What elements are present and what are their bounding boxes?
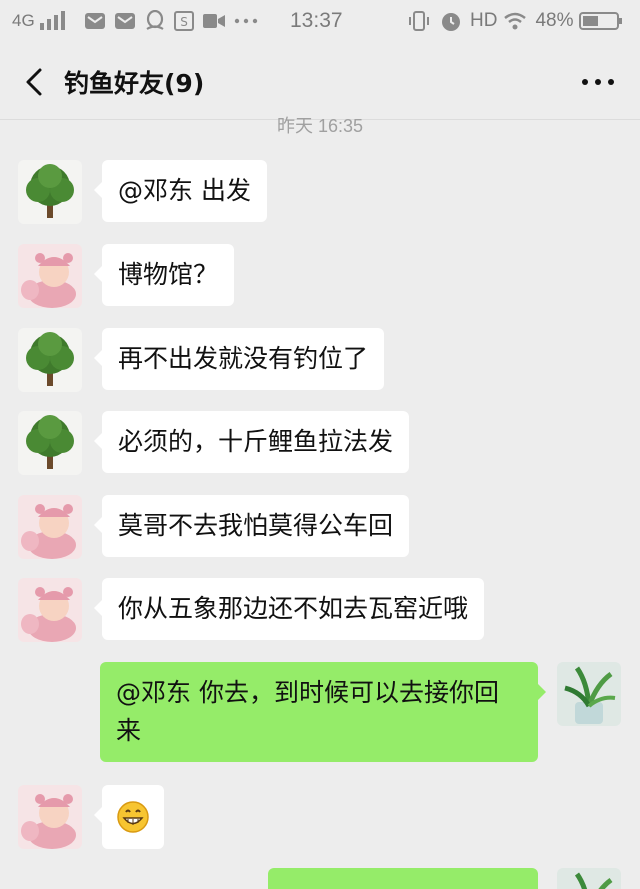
baby-avatar[interactable]	[18, 785, 82, 849]
status-bar: 4G S 13:37 HD 48%	[0, 0, 640, 44]
baby-avatar[interactable]	[18, 244, 82, 308]
message-bubble[interactable]: 莫哥不去我怕莫得公车回	[93, 495, 410, 557]
mail-icon	[85, 13, 105, 29]
battery-icon	[579, 12, 623, 30]
alarm-icon	[442, 13, 460, 31]
clock-label: 13:37	[290, 9, 343, 32]
message-bubble[interactable]: 你从五象那边还不如去瓦窑近哦	[93, 578, 485, 640]
message-bubble[interactable]: 必须的，十斤鲤鱼拉法发	[93, 411, 410, 473]
message-bubble[interactable]: 再不出发就没有钓位了	[93, 328, 385, 390]
clock: 13:37	[290, 9, 343, 33]
message-bubble-outgoing[interactable]	[268, 868, 538, 889]
message-bubble[interactable]: @邓东 出发	[94, 160, 267, 222]
back-arrow-icon[interactable]	[20, 62, 50, 102]
message-bubble[interactable]	[94, 785, 164, 849]
battery-label: 48%	[535, 10, 574, 31]
baby-avatar[interactable]	[18, 495, 82, 559]
message-list[interactable]: @邓东 出发 博物馆？ 再不出发就没有钓位了 必须的，十斤鲤鱼拉法发 莫哥不去我…	[0, 120, 640, 889]
message-line: @邓东 你去，到时候可以去接你回	[116, 678, 499, 707]
hd-label: HD	[470, 10, 498, 31]
mail-icon	[115, 13, 135, 29]
tree-avatar[interactable]	[18, 411, 82, 475]
message-line: 来	[116, 716, 142, 745]
plant-avatar[interactable]	[557, 868, 621, 889]
notification-icons: S	[84, 9, 258, 33]
more-icon[interactable]	[580, 74, 616, 90]
vibrate-icon	[409, 11, 429, 31]
chat-header: 钓鱼好友(9)	[0, 44, 640, 120]
network-indicator: 4G	[12, 9, 65, 33]
app-icon: S	[174, 11, 194, 31]
wifi-icon	[504, 12, 527, 30]
message-bubble[interactable]: 博物馆？	[93, 244, 235, 306]
video-icon	[203, 14, 225, 28]
more-dots-icon	[234, 18, 258, 24]
qq-icon	[146, 10, 164, 30]
network-label: 4G	[12, 11, 35, 30]
plant-avatar[interactable]	[557, 662, 621, 726]
svg-text:S: S	[180, 15, 188, 29]
grin-emoji	[117, 801, 149, 833]
tree-avatar[interactable]	[18, 160, 82, 224]
chat-title: 钓鱼好友(9)	[64, 69, 205, 98]
signal-icon	[39, 11, 65, 30]
message-bubble-outgoing[interactable]: @邓东 你去，到时候可以去接你回 来	[100, 662, 546, 762]
tree-avatar[interactable]	[18, 328, 82, 392]
system-icons: HD 48%	[408, 9, 623, 33]
baby-avatar[interactable]	[18, 578, 82, 642]
